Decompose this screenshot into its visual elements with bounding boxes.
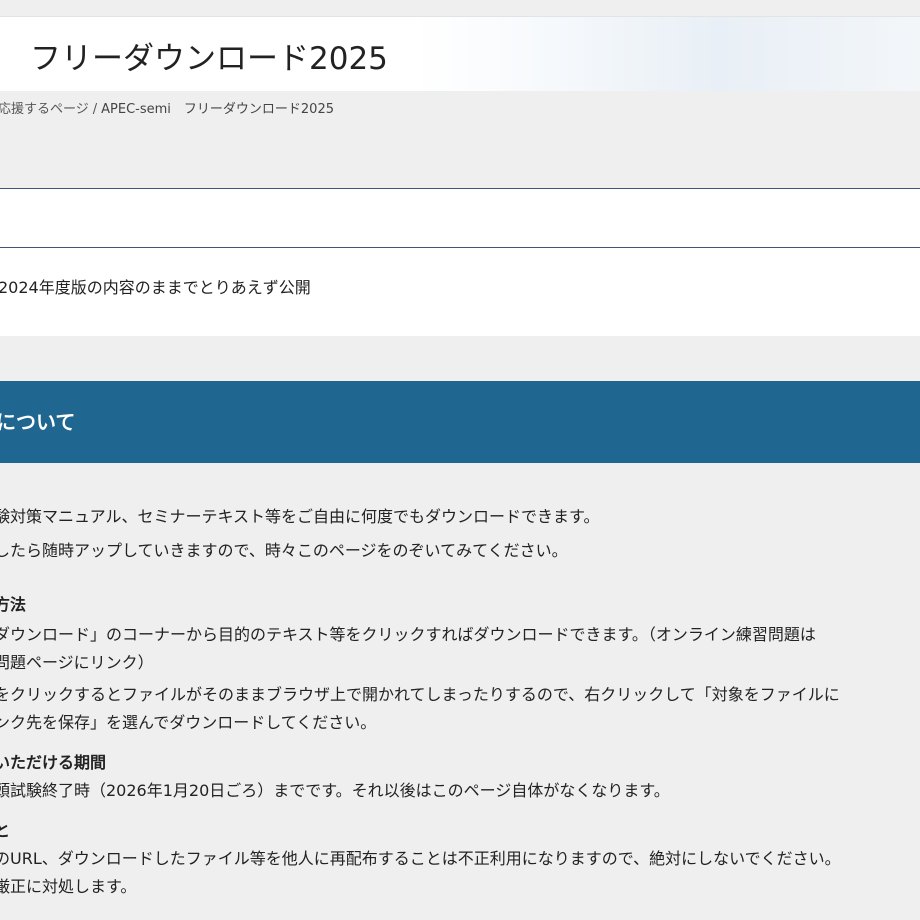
breadcrumb-separator: / [92, 102, 98, 117]
section-content: 験対策マニュアル、セミナーテキスト等をご自由に何度でもダウンロードできます。 し… [0, 503, 920, 901]
notice-box: 2024年度版の内容のままでとりあえず公開 [0, 188, 920, 336]
caution-line: 厳正に対処します。 [0, 877, 137, 896]
breadcrumb-item-current: APEC-semi フリーダウンロード2025 [101, 102, 334, 117]
caution-line: のURL、ダウンロードしたファイル等を他人に再配布することは不正利用になりますの… [0, 849, 841, 868]
breadcrumb: 応援するページ / APEC-semi フリーダウンロード2025 [0, 98, 334, 117]
intro-line: したら随時アップしていきますので、時々このページをのぞいてみてください。 [0, 541, 568, 560]
period-line: 頭試験終了時（2026年1月20日ごろ）までです。それ以後はこのページ自体がなく… [0, 781, 670, 800]
page-title: フリーダウンロード2025 [30, 41, 388, 77]
breadcrumb-item-parent[interactable]: 応援するページ [0, 102, 89, 117]
notice-top-rule [0, 188, 920, 189]
caution-heading: と [0, 821, 11, 840]
method-line: をクリックするとファイルがそのままブラウザ上で開かれてしまったりするので、右クリ… [0, 685, 840, 704]
method-heading: 方法 [0, 595, 27, 614]
page-title-band: フリーダウンロード2025 [0, 16, 920, 91]
notice-middle-rule [0, 247, 920, 248]
method-line: 問題ページにリンク） [0, 653, 154, 672]
section-header: について [0, 381, 920, 463]
method-line: ダウンロード」のコーナーから目的のテキスト等をクリックすればダウンロードできます… [0, 625, 816, 644]
period-heading: いただける期間 [0, 753, 107, 772]
notice-text: 2024年度版の内容のままでとりあえず公開 [0, 278, 311, 297]
section-title: について [0, 410, 76, 434]
intro-line: 験対策マニュアル、セミナーテキスト等をご自由に何度でもダウンロードできます。 [0, 507, 600, 526]
method-line: ンク先を保存」を選んでダウンロードしてください。 [0, 713, 377, 732]
